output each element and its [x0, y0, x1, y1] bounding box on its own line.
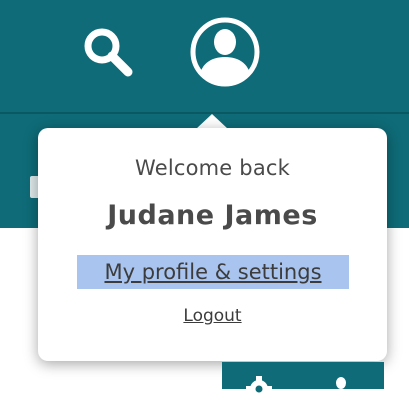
bottom-toolbar	[222, 362, 384, 402]
profile-settings-link[interactable]: My profile & settings	[77, 255, 349, 289]
popover-arrow	[196, 114, 228, 129]
welcome-text: Welcome back	[134, 156, 291, 180]
user-menu-popover: Welcome back Judane James My profile & s…	[38, 128, 387, 361]
search-icon	[78, 24, 140, 80]
user-name: Judane James	[107, 200, 318, 231]
profile-menu-button[interactable]	[185, 12, 265, 92]
logout-link[interactable]: Logout	[38, 306, 387, 326]
user-circle-icon	[185, 12, 265, 92]
search-button[interactable]	[78, 24, 140, 80]
gear-icon[interactable]	[246, 376, 272, 402]
user-icon[interactable]	[328, 376, 354, 402]
